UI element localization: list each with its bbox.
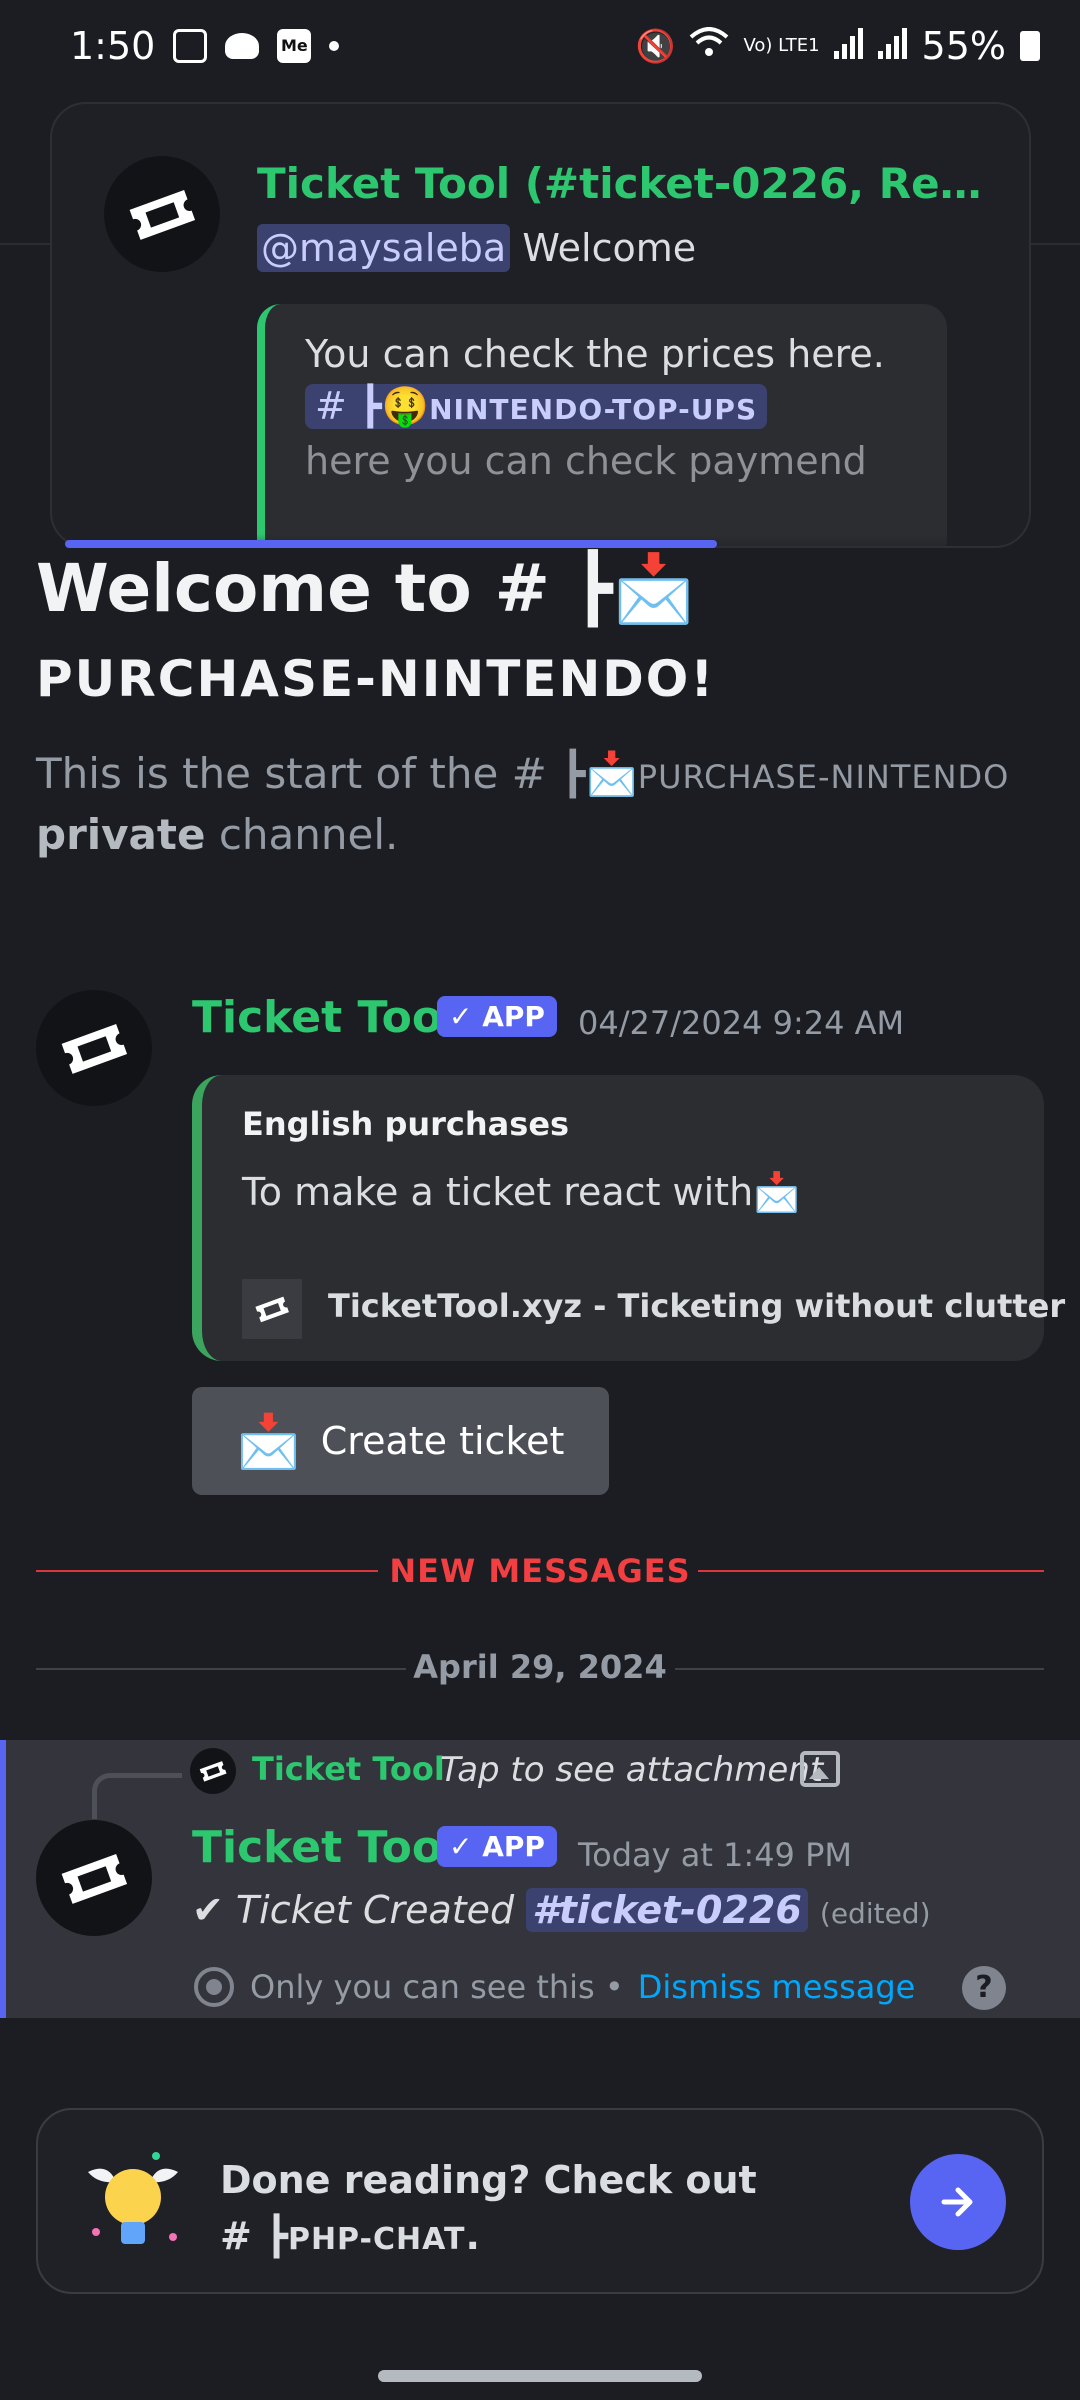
status-time: 1:50 xyxy=(70,24,156,68)
app-badge: ✓ APP xyxy=(437,1826,557,1867)
create-ticket-label: Create ticket xyxy=(320,1419,565,1463)
message-content: ✔ Ticket Created #ticket-0226 (edited) xyxy=(192,1888,931,1932)
app-badge: ✓ APP xyxy=(437,996,557,1037)
date-divider-label: April 29, 2024 xyxy=(413,1648,667,1686)
battery-icon xyxy=(1020,31,1040,61)
reply-author[interactable]: Ticket Tool xyxy=(252,1750,445,1788)
welcome-desc-start: This is the start of the # ┣📩 xyxy=(36,749,638,798)
next-channel-prompt[interactable]: Done reading? Check out # ┣PHP-CHAT. xyxy=(36,2108,1044,2294)
mute-icon: 🔇 xyxy=(635,27,676,65)
ticket-icon xyxy=(129,189,196,240)
welcome-subtitle: PURCHASE-NINTENDO! xyxy=(36,650,716,708)
me-icon: Me xyxy=(277,29,312,63)
welcome-title: Welcome to # ┣📩 xyxy=(36,550,695,627)
status-bar: 1:50 Me 🔇 Vo) LTE1 55% xyxy=(0,0,1080,92)
channel-mention[interactable]: #ticket-0226 xyxy=(526,1888,808,1932)
help-icon[interactable]: ? xyxy=(962,1966,1006,2010)
reply-preview[interactable]: Tap to see attachment xyxy=(440,1750,823,1790)
reply-connector xyxy=(92,1773,182,1819)
notification-title: Ticket Tool (#ticket-0226, Regio... xyxy=(257,159,997,208)
roaming-signal-icon xyxy=(877,24,908,68)
message-embed: English purchases To make a ticket react… xyxy=(192,1075,1065,1361)
eye-icon xyxy=(194,1967,234,2007)
message-author[interactable]: Ticket Tool xyxy=(192,1822,457,1873)
reply-avatar xyxy=(190,1748,236,1794)
create-ticket-button[interactable]: 📩 Create ticket xyxy=(192,1387,609,1495)
notification-embed-line3: here you can check paymend xyxy=(305,439,867,483)
only-you-text: Only you can see this • xyxy=(250,1968,624,2006)
edited-label: (edited) xyxy=(819,1897,931,1930)
bot-avatar[interactable] xyxy=(36,990,152,1106)
welcome-description: This is the start of the # ┣📩PURCHASE-NI… xyxy=(36,745,1046,864)
embed-footer-icon xyxy=(242,1279,302,1339)
embed-description: To make a ticket react with📩 xyxy=(242,1170,801,1214)
ticket-icon xyxy=(61,1023,128,1074)
wifi-icon xyxy=(689,24,729,68)
home-indicator[interactable] xyxy=(378,2370,702,2382)
ephemeral-notice: Only you can see this • Dismiss message xyxy=(192,1965,915,2009)
notification-popup[interactable]: Ticket Tool (#ticket-0226, Regio... @may… xyxy=(50,102,1031,548)
ticket-icon xyxy=(199,1761,227,1782)
lightbulb-icon xyxy=(88,2152,178,2244)
embed-title: English purchases xyxy=(242,1105,570,1143)
channel-prefix: # ┣🤑 xyxy=(315,384,430,428)
inbox-tray-icon: 📩 xyxy=(236,1411,301,1472)
bot-avatar[interactable] xyxy=(36,1820,152,1936)
notification-text: Welcome xyxy=(522,226,697,270)
notification-progress-bar xyxy=(65,540,717,548)
go-to-channel-button[interactable] xyxy=(910,2154,1006,2250)
image-attachment-icon xyxy=(800,1751,840,1787)
embed-footer: TicketTool.xyz - Ticketing without clutt… xyxy=(328,1287,1066,1325)
prompt-channel-prefix: # ┣ xyxy=(220,2214,288,2258)
dot-icon xyxy=(329,41,340,51)
notification-embed-line1: You can check the prices here. xyxy=(305,332,885,376)
notification-avatar xyxy=(104,156,220,272)
welcome-desc-end: channel. xyxy=(218,810,399,859)
message-author[interactable]: Ticket Tool xyxy=(192,992,457,1043)
prompt-text: Done reading? Check out # ┣PHP-CHAT. xyxy=(220,2152,757,2268)
signal-icon xyxy=(833,24,864,68)
prompt-suffix: . xyxy=(465,2214,480,2258)
notification-channel-mention: # ┣🤑NINTENDO-TOP-UPS xyxy=(305,384,768,429)
user-mention: @maysaleba xyxy=(257,224,511,272)
dismiss-message-link[interactable]: Dismiss message xyxy=(638,1968,916,2006)
image-icon xyxy=(173,29,208,63)
message-timestamp: Today at 1:49 PM xyxy=(578,1836,852,1874)
ticket-icon xyxy=(61,1853,128,1904)
prompt-line1: Done reading? Check out xyxy=(220,2158,757,2202)
message-text: ✔ Ticket Created xyxy=(192,1888,527,1932)
message-timestamp: 04/27/2024 9:24 AM xyxy=(578,1004,905,1042)
notification-body: @maysaleba Welcome xyxy=(257,224,697,272)
ticket-icon xyxy=(255,1296,289,1323)
new-messages-label: NEW MESSAGES xyxy=(389,1552,691,1590)
cloud-icon xyxy=(225,33,260,59)
prompt-channel-name: PHP-CHAT xyxy=(287,2222,466,2257)
channel-name: NINTENDO-TOP-UPS xyxy=(429,393,758,426)
arrow-right-icon xyxy=(941,2187,973,2217)
notification-embed: You can check the prices here. # ┣🤑NINTE… xyxy=(257,304,947,546)
welcome-desc-private: private xyxy=(36,810,206,859)
welcome-desc-channel: PURCHASE-NINTENDO xyxy=(637,758,1010,796)
network-label: Vo) LTE1 xyxy=(743,35,820,56)
battery-level: 55% xyxy=(921,24,1006,68)
